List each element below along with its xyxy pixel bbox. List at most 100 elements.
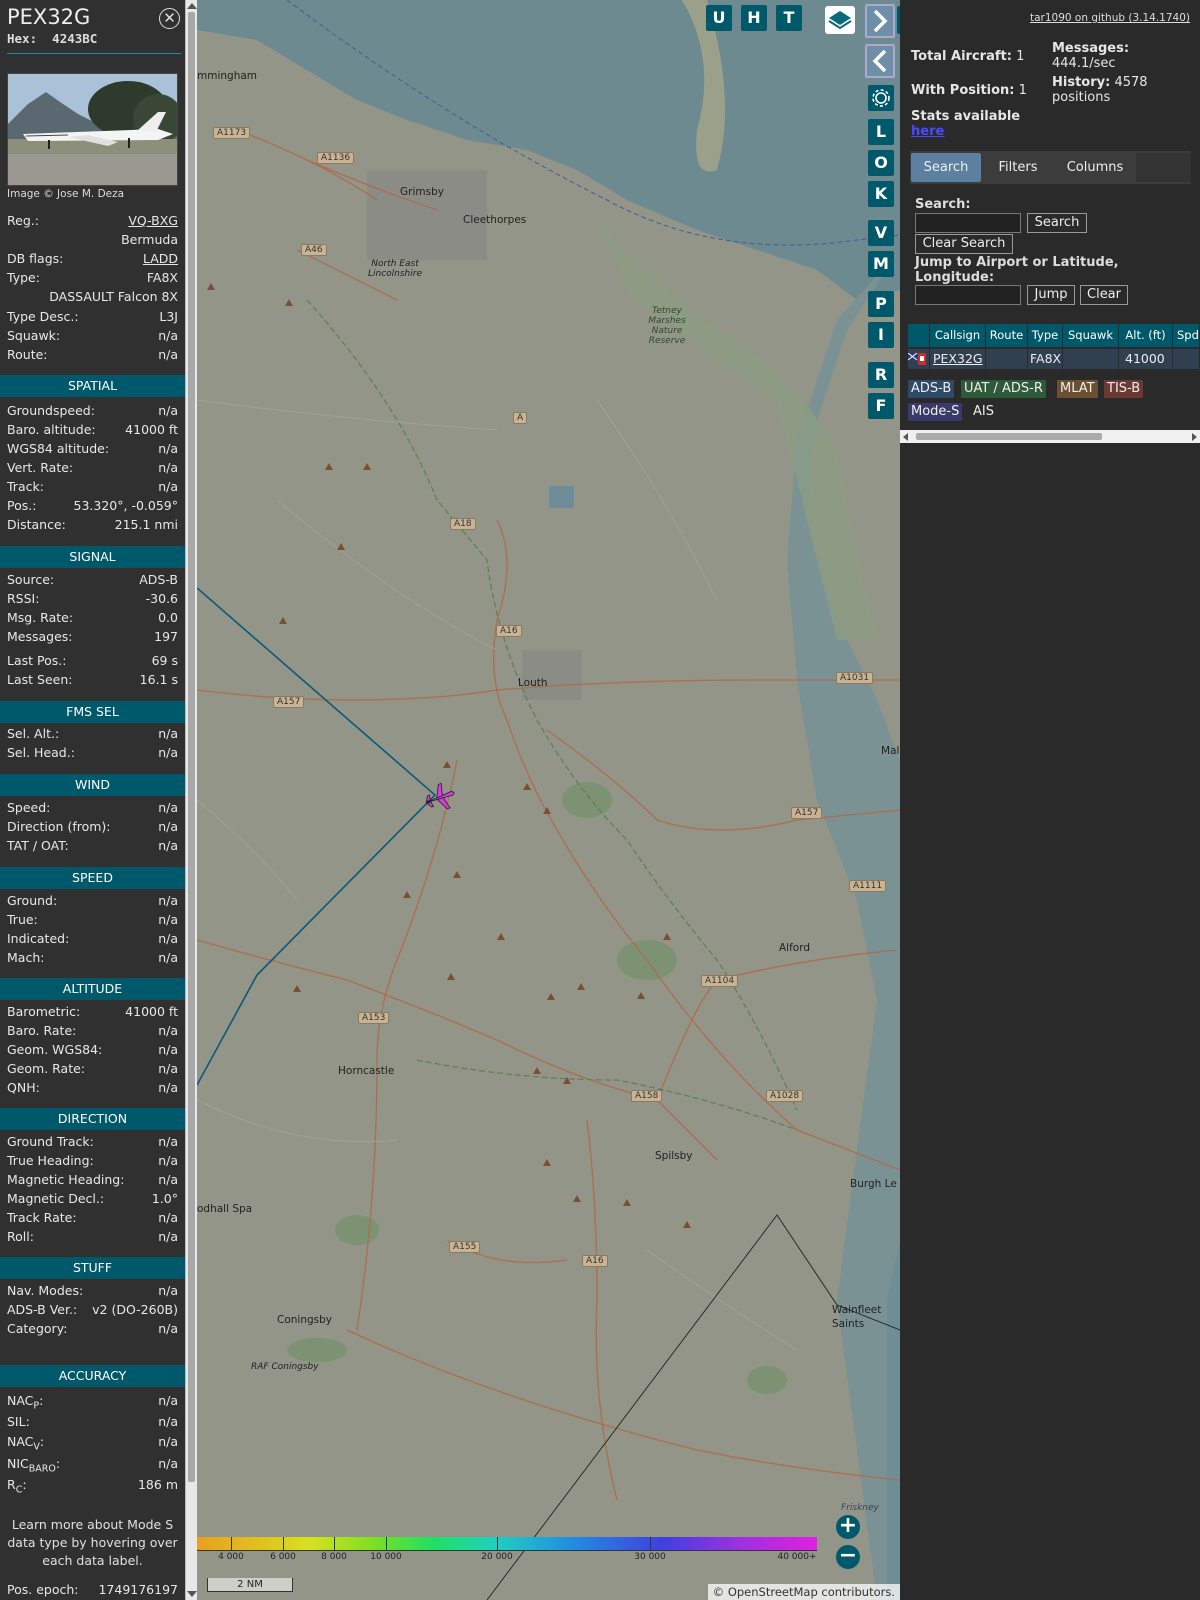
info-row-label[interactable]: NACP:: [7, 1392, 43, 1416]
scrollbar-thumb[interactable]: [916, 433, 1102, 440]
toggle-t-button[interactable]: T: [776, 5, 802, 31]
table-header-speed[interactable]: Spd.: [1173, 324, 1200, 347]
town-label: Coningsby: [277, 1314, 332, 1326]
table-horizontal-scrollbar[interactable]: [900, 430, 1200, 443]
clear-search-button[interactable]: Clear Search: [915, 234, 1013, 254]
close-icon[interactable]: ✕: [159, 8, 180, 29]
info-row: True: n/a: [7, 911, 178, 929]
info-row: Sel. Alt.: n/a: [7, 725, 178, 743]
map-view[interactable]: mmingham Grimsby Cleethorpes North East …: [197, 0, 900, 1600]
zoom-out-button[interactable]: −: [836, 1545, 860, 1569]
zoom-in-button[interactable]: +: [836, 1515, 860, 1539]
town-label: Mal: [881, 745, 900, 757]
search-input[interactable]: [915, 213, 1021, 233]
jump-label: Jump to Airport or Latitude, Longitude:: [915, 255, 1119, 285]
jump-button[interactable]: Jump: [1027, 285, 1075, 305]
toggle-o-button[interactable]: O: [868, 150, 894, 176]
clear-jump-button[interactable]: Clear: [1080, 285, 1128, 305]
toggle-f-button[interactable]: F: [868, 393, 894, 419]
town-label: Friskney: [841, 1503, 879, 1513]
road-label: A: [513, 412, 528, 424]
info-row: Groundspeed: n/a: [7, 402, 178, 420]
map-attribution[interactable]: © OpenStreetMap contributors.: [707, 1584, 900, 1600]
legend-ais[interactable]: AIS: [970, 403, 997, 421]
altitude-legend-label: 8 000: [321, 1552, 347, 1562]
info-row-label[interactable]: RC:: [7, 1476, 27, 1500]
legend-tisb[interactable]: TIS-B: [1104, 380, 1144, 398]
table-header-callsign[interactable]: Callsign: [930, 324, 986, 347]
scroll-left-icon[interactable]: [903, 433, 908, 441]
scrollbar-thumb[interactable]: [188, 12, 195, 1482]
toggle-i-button[interactable]: I: [868, 322, 894, 348]
collapse-panel-button[interactable]: [865, 44, 895, 78]
stats-here-link[interactable]: here: [911, 124, 944, 139]
info-row-label[interactable]: NICBARO:: [7, 1455, 60, 1479]
nature-reserve-label: Tetney Marshes Nature Reserve: [648, 306, 686, 346]
toggle-h-button[interactable]: H: [741, 5, 767, 31]
layers-button[interactable]: [825, 6, 855, 34]
legend-modes[interactable]: Mode-S: [908, 403, 963, 421]
info-row: True Heading: n/a: [7, 1152, 178, 1170]
info-row: TAT / OAT: n/a: [7, 837, 178, 855]
scroll-down-icon[interactable]: [187, 1591, 197, 1597]
info-row-value[interactable]: VQ-BXG: [128, 212, 178, 230]
info-row-label[interactable]: NACV:: [7, 1433, 44, 1457]
table-row-callsign[interactable]: PEX32G: [930, 349, 986, 369]
toggle-k-button[interactable]: K: [868, 181, 894, 207]
info-row-value[interactable]: LADD: [143, 250, 178, 268]
expand-panel-button[interactable]: [865, 4, 895, 38]
table-header-type[interactable]: Type: [1028, 324, 1063, 347]
table-header-flag[interactable]: [908, 324, 930, 347]
toggle-m-button[interactable]: M: [868, 251, 894, 277]
toggle-l-button[interactable]: L: [868, 119, 894, 145]
legend-uat-adsr[interactable]: UAT / ADS-R: [961, 380, 1046, 398]
info-row-label: Speed:: [7, 800, 51, 815]
legend-mlat[interactable]: MLAT: [1057, 380, 1098, 398]
info-row-value: n/a: [158, 1210, 178, 1225]
scroll-right-icon[interactable]: [1192, 433, 1197, 441]
tab-search[interactable]: Search: [911, 153, 981, 182]
info-row-value: n/a: [158, 328, 178, 343]
toggle-v-button[interactable]: V: [868, 220, 894, 246]
settings-button[interactable]: [868, 85, 894, 111]
info-row-label: Messages:: [7, 629, 73, 644]
info-panel-scrollbar[interactable]: [185, 0, 197, 1600]
table-header-squawk[interactable]: Squawk: [1063, 324, 1119, 347]
info-row: Msg. Rate: 0.0: [7, 609, 178, 627]
gear-icon: [872, 89, 890, 107]
search-button[interactable]: Search: [1027, 213, 1087, 233]
info-row: Route: n/a: [7, 346, 178, 364]
altitude-legend-label: 10 000: [370, 1552, 402, 1562]
github-link[interactable]: tar1090 on github (3.14.1740): [1030, 12, 1190, 24]
table-row-speed[interactable]: [1173, 349, 1200, 369]
scroll-up-icon[interactable]: [187, 3, 197, 9]
info-row-value: n/a: [158, 800, 178, 815]
section-fms-sel: FMS SEL: [0, 701, 185, 723]
section-wind: WIND: [0, 774, 185, 796]
info-row-label: Ground:: [7, 893, 58, 908]
table-row-type[interactable]: FA8X: [1028, 349, 1063, 369]
table-row-route[interactable]: [986, 349, 1028, 369]
toggle-r-button[interactable]: R: [868, 362, 894, 388]
table-header-route[interactable]: Route: [986, 324, 1028, 347]
info-row-label: Mach:: [7, 950, 45, 965]
table-row-altitude[interactable]: 41000: [1119, 349, 1173, 369]
section-signal: SIGNAL: [0, 546, 185, 568]
town-label: Horncastle: [338, 1065, 395, 1077]
table-header-altitude[interactable]: Alt. (ft): [1119, 324, 1173, 347]
info-row: Barometric: 41000 ft: [7, 1003, 178, 1021]
pos-epoch-value: 1749176197: [98, 1582, 178, 1597]
table-row-flag[interactable]: [908, 349, 930, 369]
chevron-right-icon: [873, 9, 888, 33]
tab-columns[interactable]: Columns: [1055, 153, 1135, 182]
info-row: Last Pos.: 69 s: [7, 652, 178, 670]
info-row: RC: 186 m: [7, 1476, 178, 1496]
table-row-squawk[interactable]: [1063, 349, 1119, 369]
info-row-value: n/a: [158, 1283, 178, 1298]
jump-input[interactable]: [915, 285, 1021, 305]
toggle-u-button[interactable]: U: [706, 5, 732, 31]
legend-adsb[interactable]: ADS-B: [908, 380, 955, 398]
aircraft-photo[interactable]: [7, 73, 178, 186]
toggle-p-button[interactable]: P: [868, 291, 894, 317]
tab-filters[interactable]: Filters: [987, 153, 1049, 182]
